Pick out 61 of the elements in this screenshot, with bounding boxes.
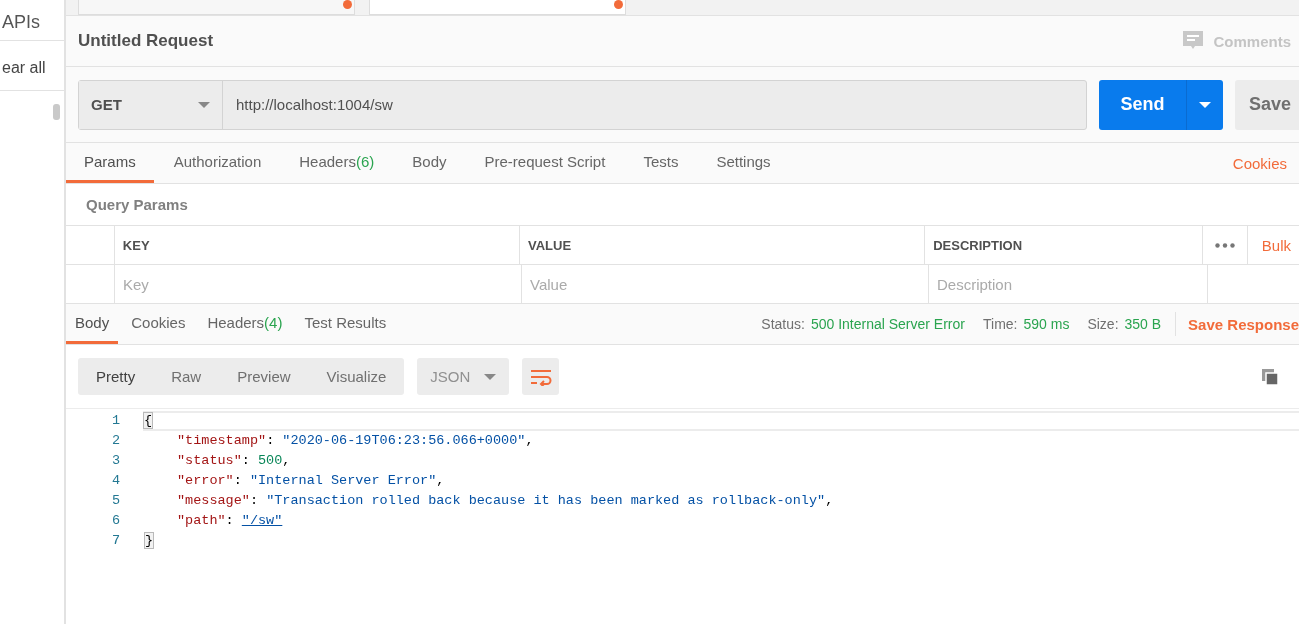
code-punctuation: {: [143, 412, 154, 429]
unsaved-dot-icon: [614, 0, 623, 9]
meta-value: 350 B: [1124, 316, 1162, 332]
response-tab[interactable]: Test Results: [295, 304, 396, 344]
line-number: 2: [110, 432, 120, 450]
line-number: 3: [110, 452, 120, 470]
request-tab[interactable]: Headers(6): [281, 143, 393, 183]
bulk-edit-link[interactable]: Bulk: [1261, 236, 1291, 254]
column-header: VALUE: [520, 226, 926, 264]
code-line: "path": "/sw": [176, 512, 284, 530]
wrap-lines-button[interactable]: [522, 358, 560, 395]
caret-icon: [484, 372, 497, 381]
request-tab[interactable]: Body: [394, 143, 465, 183]
send-options-button[interactable]: [1186, 79, 1223, 130]
section-title: Query Params: [66, 184, 1299, 226]
wrap-icon: [529, 367, 552, 386]
view-mode-tab[interactable]: Raw: [153, 358, 220, 395]
request-tab[interactable]: Pre-request Script: [466, 143, 624, 183]
line-number: 6: [110, 512, 120, 530]
table-input-field[interactable]: Key: [123, 275, 513, 293]
line-number: 7: [110, 532, 120, 550]
code-line: "message": "Transaction rolled back because it has been marked as rollback-only",: [176, 492, 835, 510]
save-response-link[interactable]: Save Response: [1188, 304, 1299, 344]
request-tab[interactable]: Tests: [625, 143, 697, 183]
cookies-link[interactable]: Cookies: [1232, 143, 1287, 183]
code-line: "error": "Internal Server Error",: [176, 472, 446, 490]
response-tab[interactable]: Cookies: [122, 304, 195, 344]
line-number: 1: [110, 412, 120, 430]
save-button[interactable]: Save: [1235, 79, 1299, 130]
request-tab[interactable]: Settings: [698, 143, 789, 183]
copy-icon[interactable]: [1261, 367, 1279, 386]
meta-value: 500 Internal Server Error: [810, 316, 965, 332]
meta-label: Time:: [983, 316, 1018, 332]
view-mode-tab[interactable]: Preview: [219, 358, 309, 395]
request-tab[interactable]: Authorization: [155, 143, 280, 183]
line-number: 5: [110, 492, 120, 510]
scrollbar[interactable]: [53, 104, 60, 120]
table-input-field[interactable]: Value: [530, 275, 920, 293]
response-tab[interactable]: Headers(4): [198, 304, 292, 344]
request-title: Untitled Request: [78, 31, 215, 51]
sidebar-item[interactable]: ear all: [0, 41, 64, 91]
code-line: "status": 500,: [176, 452, 292, 470]
line-number: 4: [110, 472, 120, 490]
caret-icon: [1199, 101, 1211, 109]
code-line: "timestamp": "2020-06-19T06:23:56.066+0000",: [176, 432, 535, 450]
meta-value: 590 ms: [1023, 316, 1070, 332]
table-input-field[interactable]: Description: [937, 275, 1199, 293]
sidebar-item[interactable]: APIs: [0, 0, 64, 41]
send-button[interactable]: Send: [1099, 79, 1186, 130]
caret-icon: [198, 100, 210, 109]
view-mode-tab[interactable]: Pretty: [78, 358, 154, 395]
method-dropdown[interactable]: GET: [79, 80, 223, 129]
more-icon[interactable]: [1214, 242, 1235, 248]
column-header: KEY: [114, 226, 520, 264]
unsaved-dot-icon: [343, 0, 352, 9]
view-mode-tab[interactable]: Visualize: [308, 358, 405, 395]
meta-label: Status:: [761, 316, 805, 332]
column-header: DESCRIPTION: [925, 226, 1203, 264]
code-punctuation: }: [144, 532, 155, 549]
meta-label: Size:: [1087, 316, 1119, 332]
url-input-field[interactable]: GET http://localhost:1004/sw: [78, 79, 1087, 130]
